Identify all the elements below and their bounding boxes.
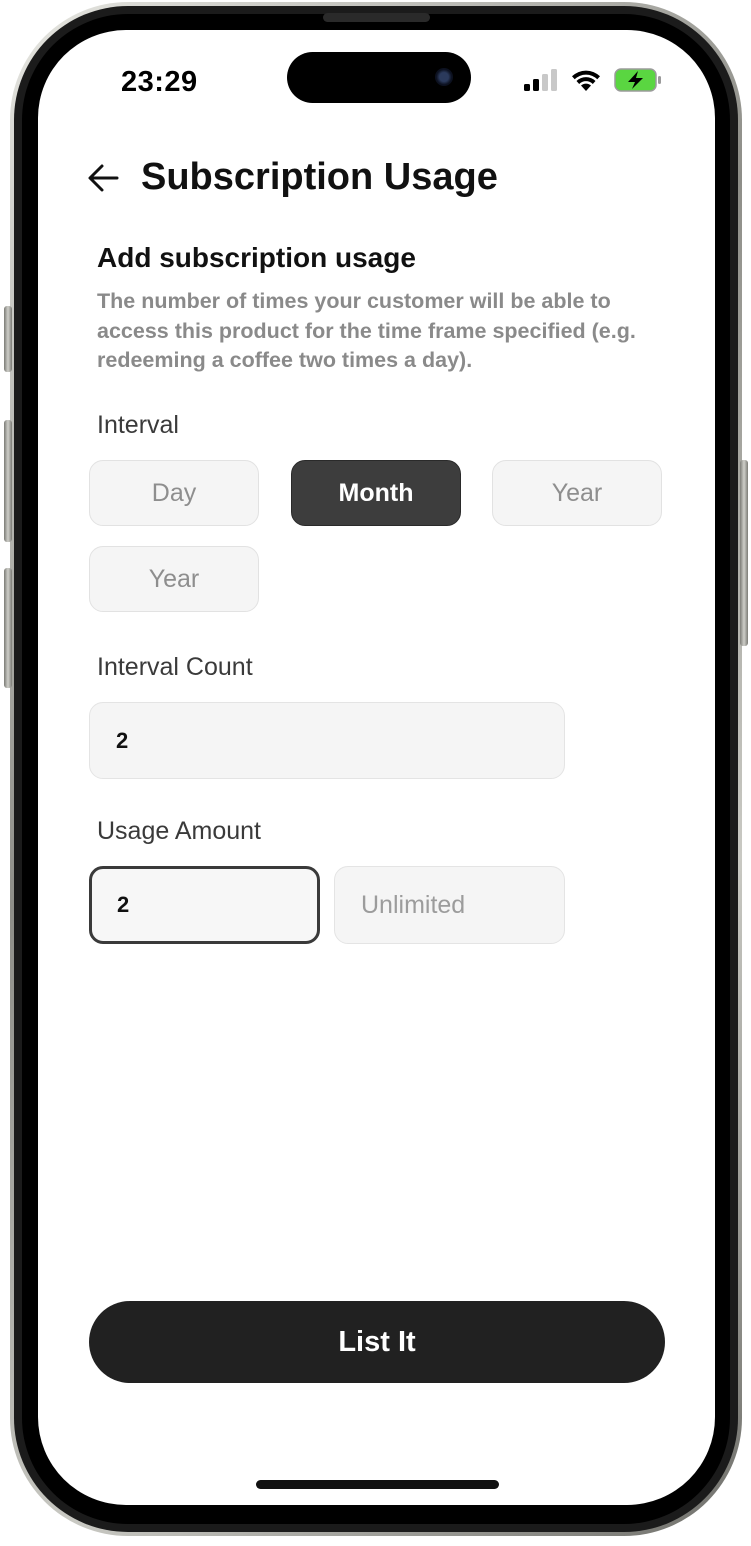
- interval-option-year-2[interactable]: Year: [89, 546, 259, 612]
- home-indicator[interactable]: [256, 1480, 499, 1489]
- dynamic-island: [287, 52, 471, 103]
- volume-up-button: [4, 420, 12, 542]
- volume-down-button: [4, 568, 12, 688]
- usage-amount-label: Usage Amount: [97, 817, 261, 845]
- status-icons: [524, 68, 662, 92]
- wifi-icon: [572, 70, 600, 91]
- arrow-left-icon: [88, 164, 119, 192]
- front-camera-icon: [435, 68, 453, 86]
- interval-count-value: 2: [116, 727, 129, 753]
- signal-icon: [524, 69, 557, 91]
- interval-option-day[interactable]: Day: [89, 460, 259, 526]
- interval-label: Interval: [97, 411, 179, 439]
- unlimited-button[interactable]: Unlimited: [334, 866, 565, 944]
- earpiece-speaker: [323, 13, 430, 22]
- usage-amount-value: 2: [117, 892, 130, 917]
- action-button: [4, 306, 12, 372]
- list-it-button[interactable]: List It: [89, 1301, 665, 1383]
- back-button[interactable]: [86, 160, 122, 196]
- power-button: [740, 460, 748, 646]
- section-title: Add subscription usage: [97, 242, 416, 273]
- interval-count-input[interactable]: 2: [89, 702, 565, 779]
- interval-count-label: Interval Count: [97, 653, 253, 681]
- screen: 23:29 Subscription Usage Add subscriptio…: [38, 30, 715, 1505]
- status-time: 23:29: [121, 66, 198, 98]
- interval-option-month[interactable]: Month: [291, 460, 461, 526]
- unlimited-label: Unlimited: [361, 890, 466, 919]
- page-title: Subscription Usage: [141, 156, 498, 198]
- interval-option-year[interactable]: Year: [492, 460, 662, 526]
- section-description: The number of times your customer will b…: [97, 289, 636, 372]
- battery-charging-icon: [614, 68, 661, 92]
- usage-amount-input[interactable]: 2: [89, 866, 320, 944]
